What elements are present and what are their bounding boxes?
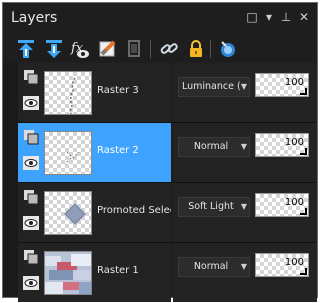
close-button[interactable]: ✕ xyxy=(296,9,312,25)
blend-mode-dropdown[interactable]: Normal ▼ xyxy=(178,257,250,277)
visibility-eye-icon[interactable] xyxy=(23,95,39,111)
layer-name: Raster 3 xyxy=(97,85,139,96)
layer-name: Raster 2 xyxy=(97,145,139,156)
layer-row-raster-1[interactable]: Raster 1 Normal ▼ 100 xyxy=(18,243,317,303)
chevron-down-icon: ▼ xyxy=(240,202,247,211)
layer-row-raster-2[interactable]: Raster 2 Normal ▼ 100 xyxy=(18,123,317,183)
title-bar[interactable]: Layers □ ▾ ⊥ ✕ xyxy=(3,3,317,33)
menu-dropdown-button[interactable]: ▾ xyxy=(261,9,277,25)
layer-info[interactable]: Promoted Selection xyxy=(18,183,171,242)
palette-options-icon[interactable] xyxy=(217,38,239,60)
blend-mode-dropdown[interactable]: Soft Light ▼ xyxy=(178,197,250,217)
layer-thumbnail[interactable] xyxy=(44,251,92,295)
resize-grip-icon xyxy=(300,208,307,215)
delete-layer-icon[interactable] xyxy=(97,38,119,60)
link-layer-icon[interactable] xyxy=(158,38,180,60)
toolbar-separator xyxy=(210,40,211,58)
palette-left-gutter xyxy=(3,63,18,297)
layer-info[interactable]: Raster 1 xyxy=(18,243,171,302)
resize-grip-icon xyxy=(300,88,307,95)
layer-thumbnail[interactable] xyxy=(44,71,92,115)
opacity-field[interactable]: 100 xyxy=(255,253,309,277)
move-layer-down-icon[interactable] xyxy=(43,38,65,60)
duplicate-layer-icon[interactable] xyxy=(123,38,145,60)
layer-name: Raster 1 xyxy=(97,265,139,276)
palette-title: Layers xyxy=(11,10,58,26)
layer-list: Raster 3 Luminance (L) ▼ 100 xyxy=(18,63,317,302)
layer-group-icon[interactable] xyxy=(23,69,39,85)
resize-grip-icon xyxy=(300,268,307,275)
layer-row-raster-3[interactable]: Raster 3 Luminance (L) ▼ 100 xyxy=(18,63,317,123)
layer-thumbnail[interactable] xyxy=(44,131,92,175)
layer-settings: Luminance (L) ▼ 100 xyxy=(173,63,317,122)
pin-button[interactable]: ⊥ xyxy=(278,9,294,25)
layer-thumbnail[interactable] xyxy=(44,191,92,235)
layer-settings: Normal ▼ 100 xyxy=(173,123,317,182)
visibility-eye-icon[interactable] xyxy=(23,155,39,171)
restore-button[interactable]: □ xyxy=(244,9,260,25)
layer-name: Promoted Selection xyxy=(97,205,171,216)
opacity-field[interactable]: 100 xyxy=(255,193,309,217)
layer-group-icon[interactable] xyxy=(23,249,39,265)
blend-mode-dropdown[interactable]: Normal ▼ xyxy=(178,137,250,157)
opacity-field[interactable]: 100 xyxy=(255,73,309,97)
lock-icon[interactable] xyxy=(185,38,207,60)
layers-palette: Layers □ ▾ ⊥ ✕ fx Raster 3 Luminance ▼ 1… xyxy=(2,2,318,302)
layer-group-icon[interactable] xyxy=(23,129,39,145)
layer-settings: Soft Light ▼ 100 xyxy=(173,183,317,242)
visibility-eye-icon[interactable] xyxy=(23,215,39,231)
layer-group-icon[interactable] xyxy=(23,189,39,205)
chevron-down-icon: ▼ xyxy=(240,82,247,91)
layer-info[interactable]: Raster 3 xyxy=(18,63,171,122)
move-layer-up-icon[interactable] xyxy=(15,38,37,60)
blend-mode-dropdown[interactable]: Luminance (L) ▼ xyxy=(178,77,250,97)
resize-grip-icon xyxy=(300,148,307,155)
visibility-eye-icon[interactable] xyxy=(23,275,39,291)
chevron-down-icon: ▼ xyxy=(240,142,247,151)
layer-info[interactable]: Raster 2 xyxy=(18,123,171,182)
layers-toolbar: fx xyxy=(3,33,317,63)
chevron-down-icon: ▼ xyxy=(240,262,247,271)
layer-row-promoted-selection[interactable]: Promoted Selection Soft Light ▼ 100 xyxy=(18,183,317,243)
toolbar-separator xyxy=(150,40,151,58)
layer-properties-icon[interactable]: fx xyxy=(69,38,91,60)
layer-settings: Normal ▼ 100 xyxy=(173,243,317,302)
opacity-field[interactable]: 100 xyxy=(255,133,309,157)
